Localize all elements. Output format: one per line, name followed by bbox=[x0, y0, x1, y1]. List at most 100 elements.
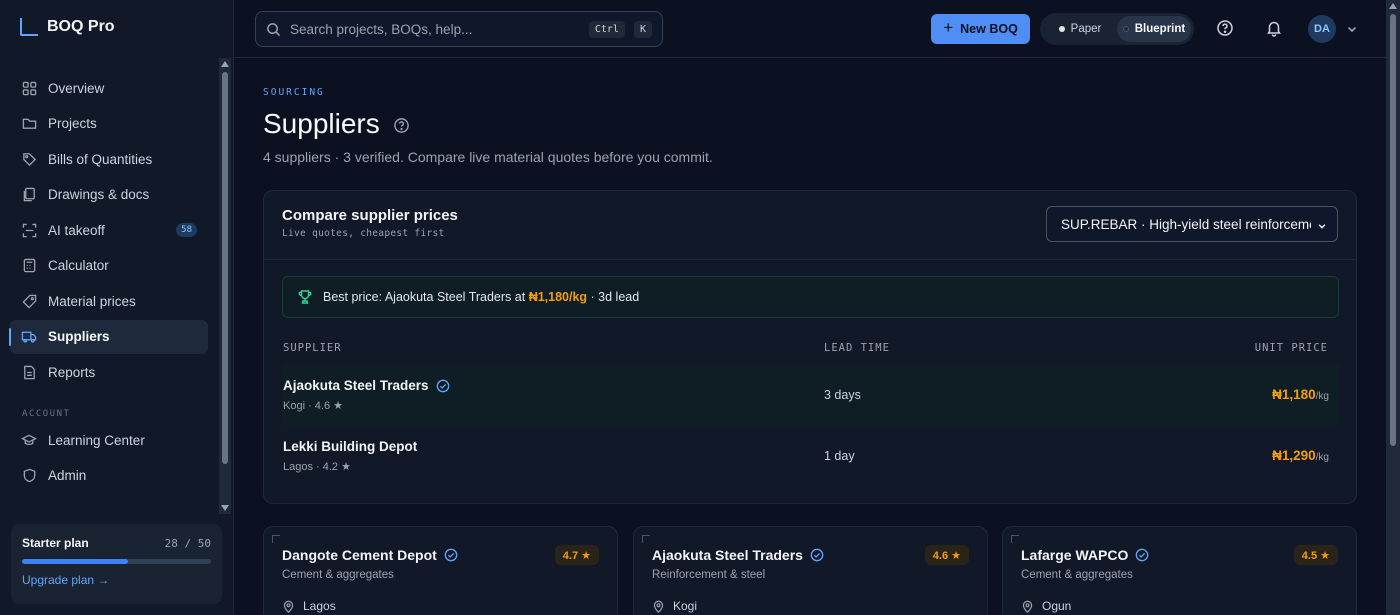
sidebar-item-label: Bills of Quantities bbox=[48, 151, 153, 167]
page-scrollbar[interactable] bbox=[1386, 0, 1400, 615]
compare-prices-panel: Compare supplier prices Live quotes, che… bbox=[263, 190, 1357, 504]
avatar[interactable]: DA bbox=[1308, 15, 1336, 43]
page-subtitle: 4 suppliers · 3 verified. Compare live m… bbox=[263, 149, 713, 165]
best-price-value: ₦1,180/kg bbox=[528, 290, 588, 304]
grid-icon bbox=[21, 80, 37, 96]
plan-usage-fill bbox=[22, 559, 128, 564]
price-value: ₦1,180 bbox=[1272, 387, 1316, 402]
paper-dot-icon bbox=[1058, 26, 1065, 32]
compare-subtitle: Live quotes, cheapest first bbox=[282, 228, 445, 239]
help-circle-icon[interactable] bbox=[393, 117, 410, 134]
page-scroll-thumb[interactable] bbox=[1390, 14, 1396, 446]
table-row[interactable]: Lekki Building Depot Lagos · 4.2 ★ 1 day… bbox=[282, 426, 1339, 486]
supplier-card-location: Ogun bbox=[1042, 599, 1072, 613]
sidebar-item-ai-takeoff[interactable]: AI takeoff 58 bbox=[10, 213, 208, 247]
table-row[interactable]: Ajaokuta Steel Traders Kogi · 4.6 ★ 3 da… bbox=[282, 365, 1339, 425]
tag-icon bbox=[21, 151, 37, 167]
theme-option-blueprint[interactable]: Blueprint bbox=[1117, 16, 1191, 42]
blueprint-dot-icon bbox=[1122, 26, 1129, 32]
search-box[interactable]: Ctrl K bbox=[255, 11, 663, 47]
ai-takeoff-badge: 58 bbox=[176, 223, 197, 237]
divider bbox=[264, 259, 1356, 260]
new-boq-button[interactable]: + New BOQ bbox=[931, 14, 1030, 44]
supplier-card-location: Kogi bbox=[673, 599, 698, 613]
supplier-card-name[interactable]: Ajaokuta Steel Traders bbox=[652, 547, 803, 563]
sidebar-item-label: Overview bbox=[48, 80, 105, 96]
sidebar-item-calculator[interactable]: Calculator bbox=[10, 249, 208, 283]
sidebar-item-drawings-docs[interactable]: Drawings & docs bbox=[10, 178, 208, 212]
account-section-heading: ACCOUNT bbox=[22, 409, 71, 419]
sidebar-item-learning-center[interactable]: Learning Center bbox=[10, 423, 208, 457]
sidebar-item-admin[interactable]: Admin bbox=[10, 459, 208, 493]
lead-time: 3 days bbox=[824, 388, 861, 402]
brand[interactable]: BOQ Pro bbox=[20, 18, 115, 36]
verified-check-icon bbox=[810, 548, 824, 562]
price-tag-icon bbox=[21, 293, 37, 309]
brand-name: BOQ Pro bbox=[47, 18, 115, 35]
theme-option-paper[interactable]: Paper bbox=[1043, 16, 1117, 42]
sidebar-item-material-prices[interactable]: Material prices bbox=[10, 284, 208, 318]
theme-paper-label: Paper bbox=[1070, 23, 1102, 35]
truck-icon bbox=[21, 329, 37, 345]
sidebar-item-suppliers[interactable]: Suppliers bbox=[9, 319, 208, 354]
scroll-down-icon[interactable] bbox=[221, 505, 229, 511]
page-eyebrow: SOURCING bbox=[263, 87, 325, 98]
sidebar-item-reports[interactable]: Reports bbox=[10, 355, 208, 389]
graduation-cap-icon bbox=[21, 432, 37, 448]
supplier-card[interactable]: Ajaokuta Steel Traders Reinforcement & s… bbox=[633, 526, 988, 615]
sidebar: BOQ Pro Overview Projects Bills of Quant… bbox=[0, 0, 234, 615]
supplier-card-category: Cement & aggregates bbox=[282, 569, 394, 581]
scan-icon bbox=[21, 222, 37, 238]
scroll-up-icon[interactable] bbox=[221, 61, 229, 67]
calculator-icon bbox=[21, 258, 37, 274]
material-select-value: SUP.REBAR · High-yield steel reinforceme… bbox=[1061, 216, 1311, 232]
shortcut-key: K bbox=[633, 20, 652, 38]
sidebar-scrollbar[interactable] bbox=[219, 58, 231, 514]
verified-check-icon bbox=[1135, 548, 1149, 562]
column-lead-time: LEAD TIME bbox=[824, 342, 890, 354]
sidebar-nav: Overview Projects Bills of Quantities Dr… bbox=[9, 71, 208, 494]
help-icon[interactable] bbox=[1216, 19, 1236, 39]
unit-price: ₦1,180/kg bbox=[1272, 387, 1329, 402]
sidebar-item-label: Suppliers bbox=[48, 329, 110, 344]
sidebar-item-label: Material prices bbox=[48, 293, 136, 309]
rating-badge: 4.6 ★ bbox=[924, 545, 969, 565]
scroll-up-icon[interactable] bbox=[1389, 3, 1397, 9]
bell-icon[interactable] bbox=[1265, 19, 1285, 39]
supplier-card-name[interactable]: Lafarge WAPCO bbox=[1021, 547, 1128, 563]
verified-check-icon bbox=[444, 548, 458, 562]
search-input[interactable] bbox=[290, 21, 580, 37]
sidebar-scroll-thumb[interactable] bbox=[222, 72, 228, 464]
sidebar-item-label: Reports bbox=[48, 364, 96, 380]
sidebar-item-bills-of-quantities[interactable]: Bills of Quantities bbox=[10, 142, 208, 176]
sidebar-item-label: Calculator bbox=[48, 258, 109, 273]
supplier-card-name[interactable]: Dangote Cement Depot bbox=[282, 547, 437, 563]
chevron-down-icon[interactable] bbox=[1346, 22, 1358, 34]
location-pin-icon bbox=[1021, 600, 1034, 613]
theme-blueprint-label: Blueprint bbox=[1134, 23, 1186, 35]
best-price-prefix: Best price: Ajaokuta Steel Traders at bbox=[323, 290, 526, 304]
sidebar-item-label: Drawings & docs bbox=[48, 187, 150, 202]
supplier-card[interactable]: Lafarge WAPCO Cement & aggregates 4.5 ★ … bbox=[1002, 526, 1357, 615]
supplier-name[interactable]: Lekki Building Depot bbox=[283, 439, 417, 454]
sidebar-item-label: Admin bbox=[48, 468, 87, 483]
verified-check-icon bbox=[436, 379, 450, 393]
material-select[interactable]: SUP.REBAR · High-yield steel reinforceme… bbox=[1046, 206, 1338, 242]
supplier-cards: Dangote Cement Depot Cement & aggregates… bbox=[263, 526, 1357, 615]
upgrade-plan-link[interactable]: Upgrade plan → bbox=[22, 573, 211, 587]
theme-toggle[interactable]: Paper Blueprint bbox=[1040, 13, 1194, 45]
supplier-meta: Lagos · 4.2 ★ bbox=[283, 461, 351, 473]
unit-price: ₦1,290/kg bbox=[1272, 448, 1329, 463]
page-title: Suppliers bbox=[263, 108, 380, 139]
sidebar-item-projects[interactable]: Projects bbox=[10, 107, 208, 141]
price-unit: /kg bbox=[1315, 452, 1329, 463]
supplier-card-category: Reinforcement & steel bbox=[652, 569, 766, 581]
column-unit-price: UNIT PRICE bbox=[1254, 342, 1328, 354]
sidebar-item-overview[interactable]: Overview bbox=[10, 71, 208, 105]
lead-time: 1 day bbox=[824, 449, 855, 463]
rating-badge: 4.7 ★ bbox=[554, 545, 599, 565]
supplier-name[interactable]: Ajaokuta Steel Traders bbox=[283, 378, 429, 393]
shortcut-ctrl: Ctrl bbox=[588, 20, 625, 38]
supplier-card[interactable]: Dangote Cement Depot Cement & aggregates… bbox=[263, 526, 618, 615]
plan-usage-count: 28 / 50 bbox=[164, 536, 211, 550]
